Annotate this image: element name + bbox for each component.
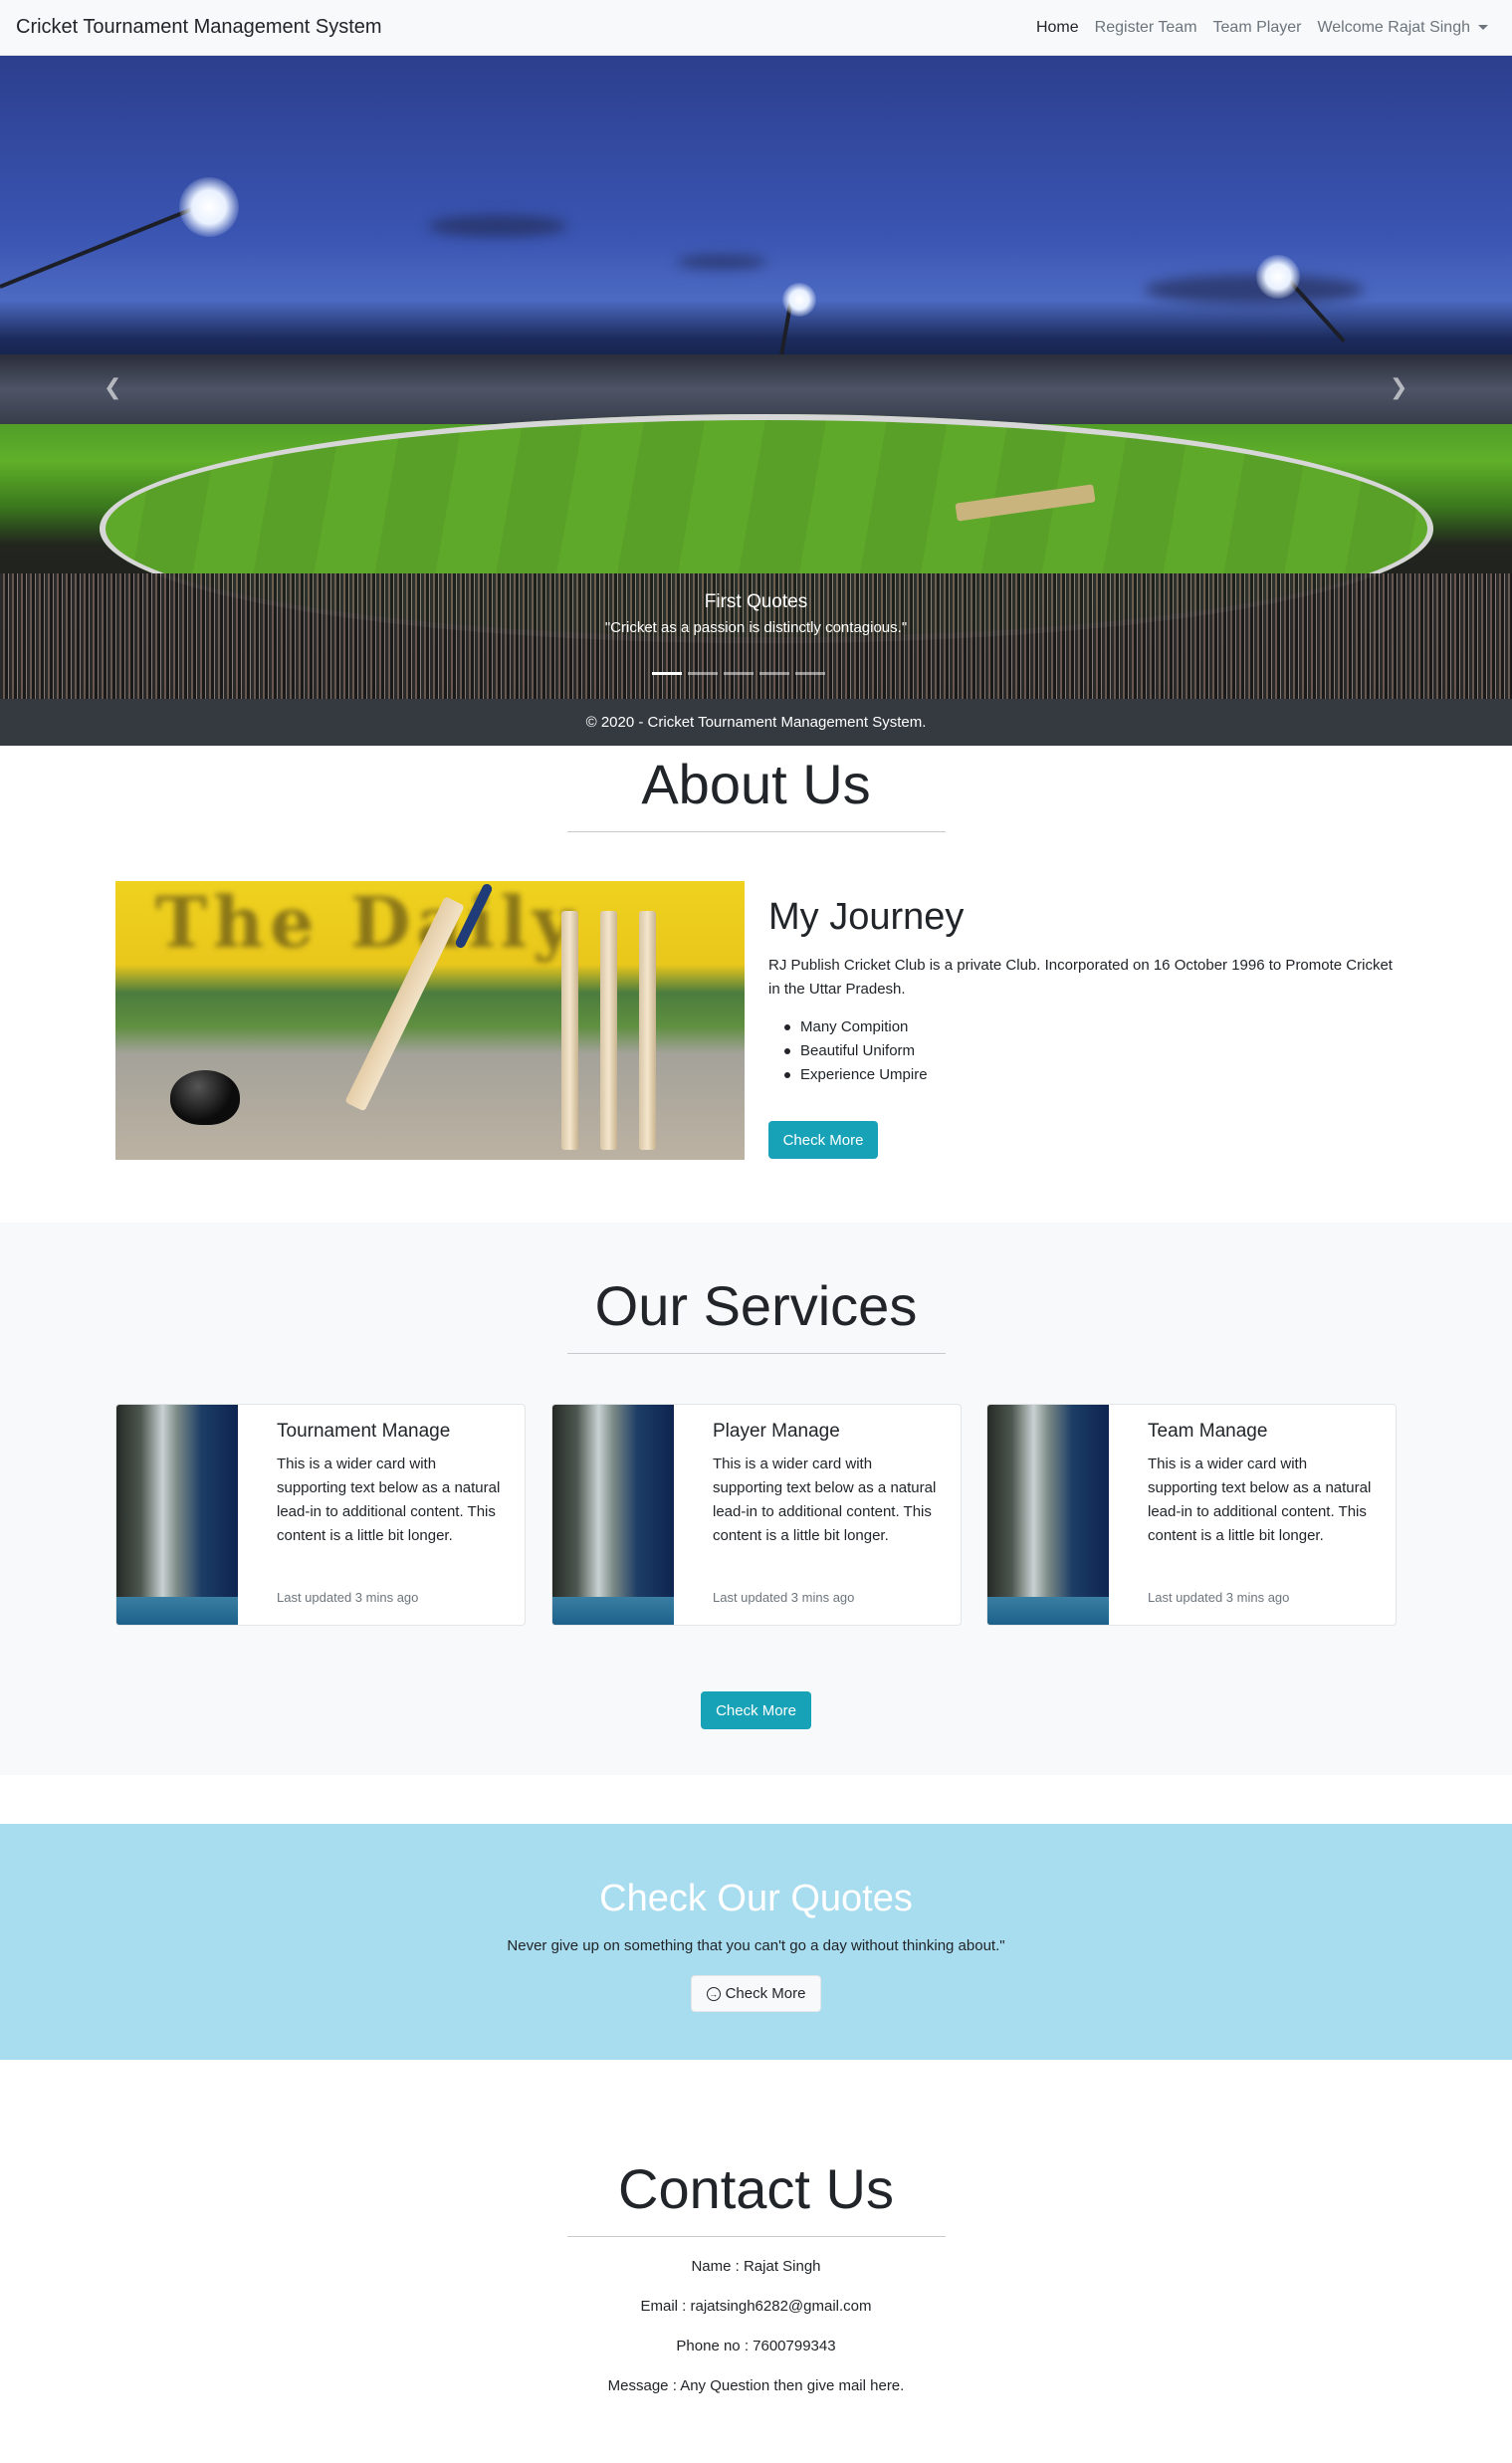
nav-home[interactable]: Home: [1036, 19, 1079, 37]
services-check-more-button[interactable]: Check More: [701, 1691, 811, 1729]
quotes-button-label: Check More: [725, 1985, 806, 2002]
copyright-bar: © 2020 - Cricket Tournament Management S…: [0, 699, 1512, 746]
contact-message: Message : Any Question then give mail he…: [607, 2377, 905, 2394]
caption-text: "Cricket as a passion is distinctly cont…: [604, 619, 908, 636]
list-item: Many Compition: [768, 1015, 928, 1039]
contact-name: Name : Rajat Singh: [691, 2258, 821, 2275]
contact-title: Contact Us: [618, 2157, 894, 2220]
nav-user-label: Welcome Rajat Singh: [1317, 18, 1470, 36]
carousel-indicator[interactable]: [688, 672, 718, 675]
nav-menu: Home Register Team Team Player Welcome R…: [1036, 19, 1488, 37]
nav-team-player[interactable]: Team Player: [1213, 19, 1302, 37]
services-title: Our Services: [594, 1274, 918, 1337]
cloud-shape: [1145, 275, 1364, 305]
caret-down-icon: [1478, 24, 1488, 30]
section-divider: [567, 2236, 946, 2237]
card-updated: Last updated 3 mins ago: [713, 1590, 855, 1605]
about-check-more-button[interactable]: Check More: [768, 1121, 878, 1159]
service-card[interactable]: Team Manage This is a wider card with su…: [986, 1404, 1397, 1626]
arrow-circle-right-icon: →: [706, 1986, 721, 2001]
about-title: About Us: [641, 753, 871, 815]
card-text: This is a wider card with supporting tex…: [713, 1455, 937, 1544]
card-updated: Last updated 3 mins ago: [277, 1590, 419, 1605]
carousel-indicator[interactable]: [724, 672, 754, 675]
floodlight-pole: [0, 202, 204, 289]
contact-email[interactable]: Email : rajatsingh6282@gmail.com: [0, 2298, 1512, 2315]
card-text: This is a wider card with supporting tex…: [277, 1455, 501, 1544]
waterfall-image: [552, 1405, 674, 1625]
carousel-indicator[interactable]: [652, 672, 682, 675]
journey-title: My Journey: [768, 896, 965, 938]
service-card[interactable]: Player Manage This is a wider card with …: [551, 1404, 962, 1626]
floodlight: [179, 177, 239, 237]
waterfall-image: [116, 1405, 238, 1625]
blurred-banner: The Daily: [155, 881, 579, 964]
chevron-left-icon[interactable]: ❮: [104, 374, 121, 400]
stump: [561, 911, 578, 1150]
helmet: [170, 1070, 240, 1125]
nav-register-team[interactable]: Register Team: [1095, 19, 1197, 37]
carousel-indicators: [652, 672, 825, 675]
card-updated: Last updated 3 mins ago: [1148, 1590, 1290, 1605]
cloud-shape: [428, 215, 567, 237]
card-title: Tournament Manage: [277, 1421, 451, 1442]
cricket-gear-image: The Daily: [115, 881, 745, 1160]
stump: [600, 911, 617, 1150]
card-title: Player Manage: [713, 1421, 840, 1442]
journey-list: Many Compition Beautiful Uniform Experie…: [768, 1015, 928, 1087]
quotes-text: Never give up on something that you can'…: [507, 1937, 1005, 1954]
section-divider: [567, 1353, 946, 1354]
quotes-title: Check Our Quotes: [599, 1878, 913, 1919]
navbar-brand[interactable]: Cricket Tournament Management System: [16, 16, 382, 39]
carousel-indicator[interactable]: [795, 672, 825, 675]
floodlight: [782, 283, 816, 317]
list-item: Experience Umpire: [768, 1063, 928, 1087]
contact-phone[interactable]: Phone no : 7600799343: [0, 2338, 1512, 2354]
navbar: Cricket Tournament Management System Hom…: [0, 0, 1512, 56]
nav-user-dropdown[interactable]: Welcome Rajat Singh: [1317, 19, 1488, 37]
service-card[interactable]: Tournament Manage This is a wider card w…: [115, 1404, 526, 1626]
stump: [639, 911, 656, 1150]
floodlight: [1256, 255, 1300, 299]
caption-title: First Quotes: [704, 591, 808, 612]
list-item: Beautiful Uniform: [768, 1039, 928, 1063]
carousel-caption: First Quotes "Cricket as a passion is di…: [0, 591, 1512, 636]
section-divider: [567, 831, 946, 832]
card-text: This is a wider card with supporting tex…: [1148, 1455, 1372, 1544]
card-title: Team Manage: [1148, 1421, 1268, 1442]
journey-text: RJ Publish Cricket Club is a private Clu…: [768, 957, 1393, 998]
cloud-shape: [677, 255, 766, 269]
hero-carousel: ❮ ❯ First Quotes "Cricket as a passion i…: [0, 56, 1512, 699]
quotes-check-more-button[interactable]: → Check More: [691, 1975, 821, 2012]
chevron-right-icon[interactable]: ❯: [1390, 374, 1407, 400]
carousel-indicator[interactable]: [759, 672, 789, 675]
waterfall-image: [987, 1405, 1109, 1625]
